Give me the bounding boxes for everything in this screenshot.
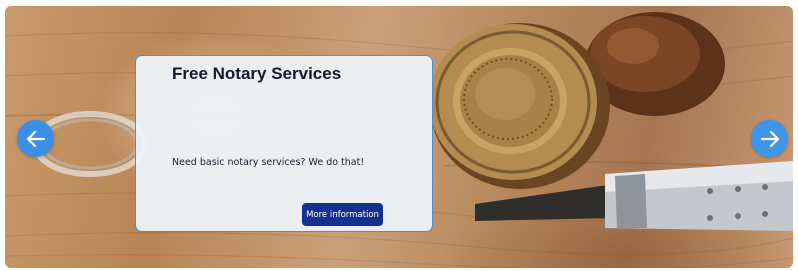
arrow-right-icon (760, 130, 779, 147)
more-information-button[interactable]: More information (302, 203, 383, 226)
hero-carousel: Free Notary Services Need basic notary s… (5, 6, 793, 268)
carousel-next-button[interactable] (751, 120, 788, 157)
slide-title: Free Notary Services (172, 64, 342, 83)
arrow-left-icon (26, 130, 45, 147)
notary-stamp (429, 23, 610, 189)
slide-description: Need basic notary services? We do that! (172, 157, 365, 168)
carousel-prev-button[interactable] (17, 120, 54, 157)
slide-card: Free Notary Services Need basic notary s… (135, 55, 433, 232)
